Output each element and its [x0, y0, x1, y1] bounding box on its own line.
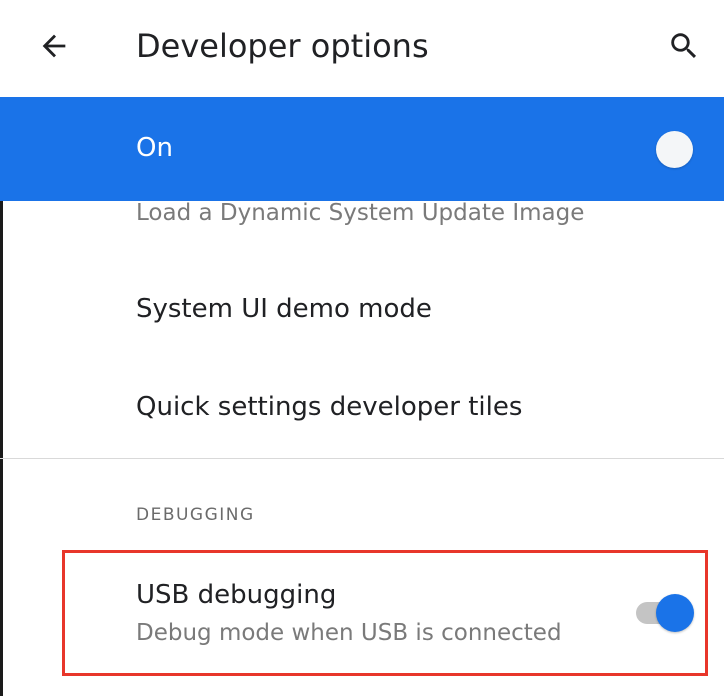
master-switch-label: On: [136, 133, 173, 163]
usb-debugging-toggle[interactable]: [630, 590, 700, 634]
list-item-dynamic-system-update[interactable]: Load a Dynamic System Update Image: [136, 196, 584, 230]
usb-debugging-row[interactable]: USB debugging Debug mode when USB is con…: [0, 556, 724, 686]
toggle-thumb: [656, 594, 694, 632]
developer-options-screen: Developer options On Load a Dynamic Syst…: [0, 0, 724, 696]
toggle-thumb: [656, 131, 693, 168]
usb-debugging-summary: Debug mode when USB is connected: [136, 620, 562, 646]
search-icon: [671, 33, 697, 59]
search-button[interactable]: [660, 22, 708, 70]
list-item-title: Quick settings developer tiles: [136, 392, 523, 422]
section-divider: [0, 458, 724, 459]
list-item-quick-settings-tiles[interactable]: Quick settings developer tiles: [0, 358, 724, 456]
list-item-title: System UI demo mode: [136, 294, 432, 324]
page-title: Developer options: [136, 27, 429, 65]
section-header-debugging: DEBUGGING: [136, 505, 255, 525]
master-toggle-switch[interactable]: [646, 127, 702, 171]
arrow-back-icon: [42, 34, 66, 58]
back-button[interactable]: [30, 22, 78, 70]
app-bar: Developer options: [0, 0, 724, 97]
list-item-system-ui-demo-mode[interactable]: System UI demo mode: [0, 260, 724, 358]
master-switch-bar[interactable]: On: [0, 97, 724, 201]
usb-debugging-title: USB debugging: [136, 580, 337, 610]
